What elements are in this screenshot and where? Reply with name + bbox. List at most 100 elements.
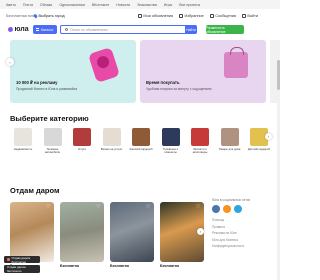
- search-button[interactable]: Найти: [185, 25, 197, 34]
- notification-toast[interactable]: Отдам даром бесплатно: [4, 265, 40, 273]
- promo-banner[interactable]: Время покупать Удобная покупка за минуту…: [140, 40, 266, 103]
- brand-note: Бесплатная юла: [6, 13, 35, 18]
- category-item-business[interactable]: Бизнес на услуги: [99, 128, 125, 158]
- category-label: Женский гардероб: [129, 148, 153, 151]
- banner-prev-button[interactable]: ‹: [6, 58, 14, 66]
- gift-price: Бесплатно: [160, 264, 180, 268]
- categories-next-button[interactable]: ›: [265, 133, 272, 140]
- category-image: [161, 128, 180, 146]
- location-pin-icon: [33, 13, 38, 18]
- toast-text: Отдам даром бесплатно: [7, 265, 26, 273]
- vk-icon[interactable]: [212, 205, 220, 213]
- toast-text: Отдам даром бесплатно: [11, 255, 31, 264]
- banner-subtitle: Удобная покупка за минуту с ощущением: [146, 87, 212, 91]
- heart-icon[interactable]: ♡: [146, 205, 151, 210]
- telegram-icon[interactable]: [234, 205, 242, 213]
- banner-title: Время покупать: [146, 80, 180, 85]
- category-image: [43, 128, 62, 146]
- category-label: Легковые автомобили: [44, 148, 60, 155]
- logo-mark-icon: [8, 27, 13, 32]
- category-label: Запчасти и автотовары: [192, 148, 208, 155]
- footer-link[interactable]: Юла для бизнеса: [212, 238, 272, 242]
- catalog-button[interactable]: Каталог: [33, 25, 57, 34]
- categories-title: Выберите категорию: [10, 114, 89, 123]
- gift-card[interactable]: ♡ Бесплатно: [60, 202, 104, 274]
- gift-card[interactable]: ♡ Бесплатно: [110, 202, 154, 274]
- ok-icon[interactable]: [223, 205, 231, 213]
- service-link[interactable]: Новости: [116, 3, 130, 7]
- my-ads-label: Мои объявления: [143, 13, 174, 18]
- top-bar: Бесплатная юла Выбрать город Мои объявле…: [0, 9, 280, 22]
- banner-title: 10 000 ₽ на рекламу: [16, 80, 58, 85]
- search-input[interactable]: Поиск по объявлениям: [60, 25, 195, 34]
- chat-icon: [209, 13, 214, 18]
- footer-link[interactable]: Помощь: [212, 218, 272, 222]
- favorites-label: Избранное: [184, 13, 204, 18]
- messages-link[interactable]: Сообщения: [209, 13, 236, 18]
- category-label: Бизнес на услуги: [100, 148, 123, 151]
- scrollbar-thumb[interactable]: [277, 60, 280, 90]
- search-icon: [65, 27, 69, 32]
- category-image: [14, 128, 32, 146]
- gifts-next-button[interactable]: ›: [197, 228, 204, 235]
- footer-link[interactable]: Конфиденциальность: [212, 244, 272, 248]
- my-ads-link[interactable]: Мои объявления: [137, 13, 174, 18]
- service-link[interactable]: Облако: [40, 3, 52, 7]
- heart-icon: [179, 13, 184, 18]
- service-link[interactable]: ВКонтакте: [92, 3, 109, 7]
- cat-photo: ♡: [110, 202, 154, 262]
- category-item-womens-wear[interactable]: Женский гардероб: [128, 128, 154, 158]
- category-item-auto-parts[interactable]: Запчасти и автотовары: [187, 128, 213, 158]
- chevron-right-icon: ›: [199, 229, 202, 234]
- login-label: Войти: [247, 13, 258, 18]
- category-item-home[interactable]: Товары для дома: [217, 128, 243, 158]
- login-link[interactable]: Войти: [241, 13, 258, 18]
- category-item-cars[interactable]: Легковые автомобили: [40, 128, 66, 158]
- category-image: [132, 128, 150, 146]
- service-link[interactable]: Почта: [23, 3, 33, 7]
- heart-icon[interactable]: ♡: [46, 205, 51, 210]
- favorites-link[interactable]: Избранное: [179, 13, 204, 18]
- logo[interactable]: юла: [8, 26, 29, 33]
- footer-link[interactable]: Реклама на Юле: [212, 231, 272, 235]
- category-image: [191, 128, 209, 146]
- chevron-right-icon: ›: [267, 134, 270, 139]
- category-item-real-estate[interactable]: Недвижимость: [10, 128, 36, 158]
- cat-photo: ♡: [60, 202, 104, 262]
- heart-icon[interactable]: ♡: [96, 205, 101, 210]
- service-link[interactable]: Все проекты: [179, 3, 200, 7]
- user-links: Мои объявления Избранное Сообщения Войти: [137, 13, 258, 18]
- heart-icon[interactable]: ♡: [196, 205, 201, 210]
- post-ad-button[interactable]: Разместить объявление: [206, 25, 244, 34]
- notification-toast[interactable]: Отдам даром бесплатно: [4, 255, 40, 264]
- search-placeholder: Поиск по объявлениям: [70, 27, 108, 32]
- services-bar: Авито Почта Облако Одноклассники ВКонтак…: [0, 0, 280, 9]
- category-label: Недвижимость: [13, 148, 33, 151]
- category-label: Телефоны и планшеты: [162, 148, 179, 155]
- chevron-left-icon: ‹: [9, 59, 11, 65]
- service-link[interactable]: Авито: [6, 3, 16, 7]
- gift-card[interactable]: ♡ Бесплатно: [160, 202, 204, 274]
- bag-image: [224, 47, 248, 78]
- category-image: [220, 128, 239, 146]
- cat-photo: ♡: [10, 202, 54, 262]
- user-icon: [241, 13, 246, 18]
- page-scrollbar[interactable]: [277, 40, 280, 280]
- category-list: Недвижимость Легковые автомобили Услуги …: [10, 128, 272, 158]
- city-selector[interactable]: Выбрать город: [33, 13, 65, 18]
- service-link[interactable]: Игры: [164, 3, 172, 7]
- promo-banner[interactable]: 10 000 ₽ на рекламу Продвигай бизнес в Ю…: [10, 40, 136, 103]
- logo-text: юла: [14, 26, 29, 33]
- messages-label: Сообщения: [215, 13, 236, 18]
- main-header: юла Каталог Поиск по объявлениям Найти Р…: [0, 22, 280, 39]
- list-icon: [137, 13, 142, 18]
- service-link[interactable]: Одноклассники: [59, 3, 85, 7]
- footer-sidebar: Юла в социальных сетях Помощь Правила Ре…: [212, 198, 272, 278]
- footer-link[interactable]: Правила: [212, 225, 272, 229]
- category-item-phones[interactable]: Телефоны и планшеты: [158, 128, 184, 158]
- service-link[interactable]: Знакомства: [137, 3, 157, 7]
- category-label: Детский гардероб: [247, 148, 271, 151]
- category-item-services[interactable]: Услуги: [69, 128, 95, 158]
- category-label: Товары для дома: [218, 148, 241, 151]
- promo-banners: 10 000 ₽ на рекламу Продвигай бизнес в Ю…: [0, 40, 280, 103]
